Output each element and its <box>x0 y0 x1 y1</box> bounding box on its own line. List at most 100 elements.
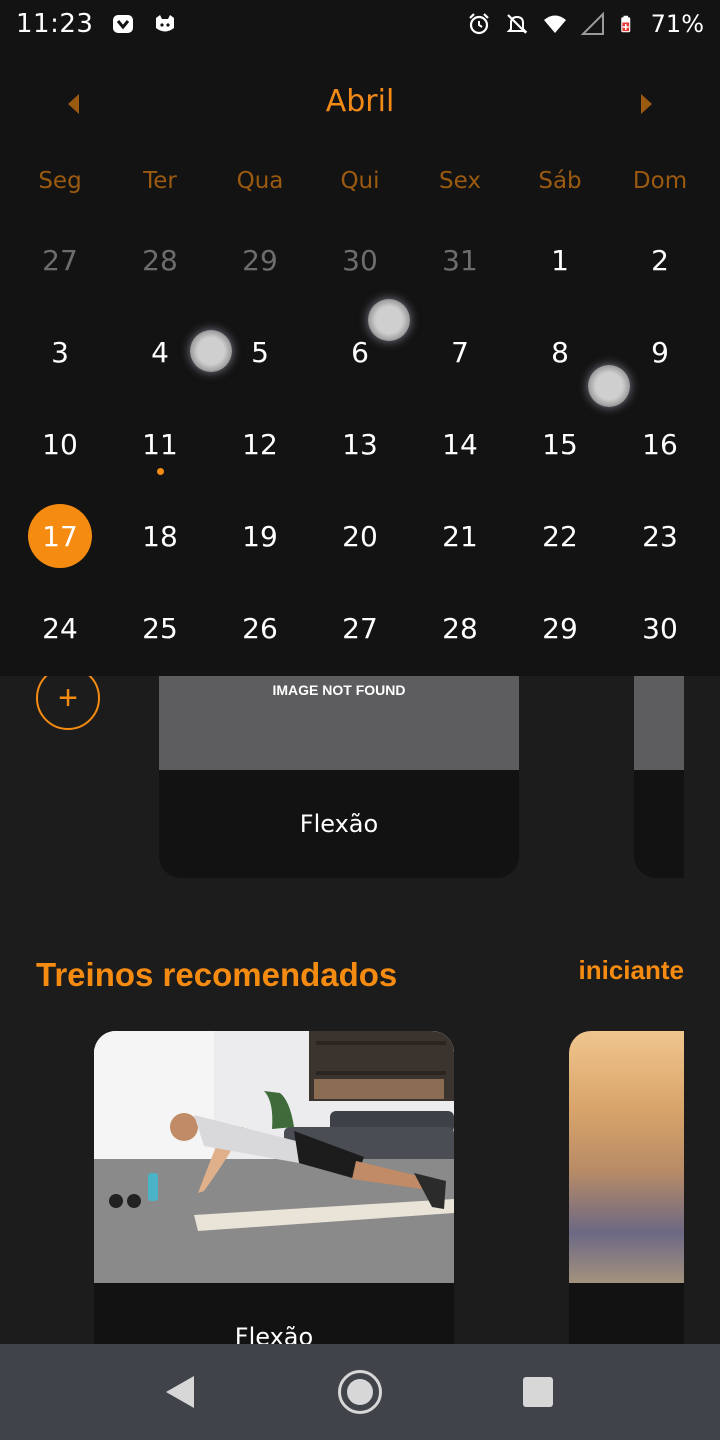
touch-indicator <box>190 330 232 372</box>
exercise-card-partial[interactable] <box>634 676 684 878</box>
calendar-day-number: 1 <box>551 243 569 277</box>
weekday-label: Ter <box>143 168 177 194</box>
recommended-section-title: Treinos recomendados <box>36 956 398 993</box>
wifi-icon <box>543 15 566 33</box>
calendar-day[interactable]: 20 <box>310 490 410 582</box>
calendar-day-number: 12 <box>242 427 278 461</box>
alarm-icon <box>468 13 489 35</box>
calendar-day-number: 20 <box>342 519 378 553</box>
exercise-image-placeholder: IMAGE NOT FOUND <box>159 676 519 770</box>
cat-notification-icon <box>156 15 175 32</box>
event-dot-icon <box>157 468 164 475</box>
calendar-day[interactable]: 19 <box>210 490 310 582</box>
calendar-day-number: 4 <box>151 335 169 369</box>
exercise-card[interactable]: IMAGE NOT FOUND Flexão <box>159 676 519 878</box>
calendar-day-number: 30 <box>342 243 378 277</box>
back-icon[interactable] <box>166 1376 194 1408</box>
calendar-day-number: 29 <box>542 611 578 645</box>
status-bar: 11:23 71% <box>0 0 720 48</box>
calendar-day[interactable]: 12 <box>210 398 310 490</box>
calendar-day[interactable]: 15 <box>510 398 610 490</box>
calendar-day-number: 28 <box>442 611 478 645</box>
calendar-day-grid: 27 28 29 30 31 1 2 3 4 5 6 7 8 9 10 11 12 13 14 15 16 17 18 19 2… <box>10 214 710 674</box>
calendar-day-number: 14 <box>442 427 478 461</box>
calendar-day-number: 16 <box>642 427 678 461</box>
system-nav-bar <box>0 1344 720 1440</box>
image-not-found-text: IMAGE NOT FOUND <box>272 682 406 698</box>
calendar-day-number: 11 <box>142 427 178 461</box>
calendar-day[interactable]: 29 <box>210 214 310 306</box>
exercise-image-placeholder <box>634 676 684 770</box>
pushup-photo <box>94 1031 454 1283</box>
calendar-day-number: 6 <box>351 335 369 369</box>
calendar-day[interactable]: 28 <box>410 582 510 674</box>
weekday-header: Seg Ter Qua Qui Sex Sáb Dom <box>10 168 710 194</box>
calendar-day[interactable]: 24 <box>10 582 110 674</box>
calendar-day-number: 7 <box>451 335 469 369</box>
calendar-week-row: 17 18 19 20 21 22 23 <box>10 490 710 582</box>
calendar-day[interactable]: 29 <box>510 582 610 674</box>
calendar-day[interactable]: 18 <box>110 490 210 582</box>
weekday-label: Qua <box>236 168 284 194</box>
calendar-week-row: 24 25 26 27 28 29 30 <box>10 582 710 674</box>
calendar-day[interactable]: 27 <box>310 582 410 674</box>
calendar-day-number: 26 <box>242 611 278 645</box>
calendar-day[interactable]: 26 <box>210 582 310 674</box>
battery-icon <box>620 15 630 33</box>
calendar-day-number: 5 <box>251 335 269 369</box>
calendar-day-number: 15 <box>542 427 578 461</box>
touch-indicator <box>588 365 630 407</box>
calendar-day[interactable]: 28 <box>110 214 210 306</box>
home-icon[interactable] <box>338 1370 382 1414</box>
calendar-day[interactable]: 13 <box>310 398 410 490</box>
calendar-header: Abril <box>0 48 720 158</box>
calendar-panel: Abril Seg Ter Qua Qui Sex Sáb Dom 27 28 29… <box>0 48 720 676</box>
battery-percent: 71% <box>650 10 704 38</box>
recommended-workout-card-partial[interactable] <box>569 1031 684 1351</box>
recent-apps-icon[interactable] <box>523 1377 553 1407</box>
calendar-day[interactable]: 23 <box>610 490 710 582</box>
calendar-day-number: 29 <box>242 243 278 277</box>
calendar-day[interactable]: 11 <box>110 398 210 490</box>
calendar-day[interactable]: 14 <box>410 398 510 490</box>
calendar-week-row: 10 11 12 13 14 15 16 <box>10 398 710 490</box>
calendar-day[interactable]: 1 <box>510 214 610 306</box>
calendar-day-number: 25 <box>142 611 178 645</box>
calendar-day-number: 23 <box>642 519 678 553</box>
status-time: 11:23 <box>16 9 94 39</box>
weekday-label: Qui <box>340 168 380 194</box>
pushup-illustration <box>94 1031 454 1283</box>
calendar-day-number: 21 <box>442 519 478 553</box>
level-filter-link[interactable]: iniciante <box>579 955 684 986</box>
calendar-day[interactable]: 2 <box>610 214 710 306</box>
calendar-day[interactable]: 30 <box>610 582 710 674</box>
calendar-day-number: 18 <box>142 519 178 553</box>
next-month-icon[interactable] <box>641 94 652 114</box>
calendar-day[interactable]: 25 <box>110 582 210 674</box>
calendar-day-number: 24 <box>42 611 78 645</box>
calendar-day[interactable]: 30 <box>310 214 410 306</box>
calendar-day-number: 28 <box>142 243 178 277</box>
calendar-day[interactable]: 10 <box>10 398 110 490</box>
calendar-day[interactable]: 21 <box>410 490 510 582</box>
workout-photo <box>569 1031 684 1283</box>
calendar-day[interactable]: 7 <box>410 306 510 398</box>
weekday-label: Sex <box>439 168 481 194</box>
recommended-workout-card[interactable]: Flexão <box>94 1031 454 1351</box>
calendar-day[interactable]: 16 <box>610 398 710 490</box>
calendar-day[interactable]: 27 <box>10 214 110 306</box>
calendar-day[interactable]: 31 <box>410 214 510 306</box>
calendar-day[interactable]: 3 <box>10 306 110 398</box>
status-left-icons <box>111 12 177 36</box>
calendar-day-number: 2 <box>651 243 669 277</box>
calendar-day[interactable]: 22 <box>510 490 610 582</box>
touch-indicator <box>368 299 410 341</box>
calendar-day-number: 9 <box>651 335 669 369</box>
calendar-day-number: 10 <box>42 427 78 461</box>
notifications-off-icon <box>506 14 528 34</box>
calendar-day-selected[interactable]: 17 <box>10 490 110 582</box>
calendar-month-title: Abril <box>325 84 395 119</box>
weekday-label: Sáb <box>538 168 582 194</box>
calendar-day-number: 13 <box>342 427 378 461</box>
calendar-day-number: 3 <box>51 335 69 369</box>
